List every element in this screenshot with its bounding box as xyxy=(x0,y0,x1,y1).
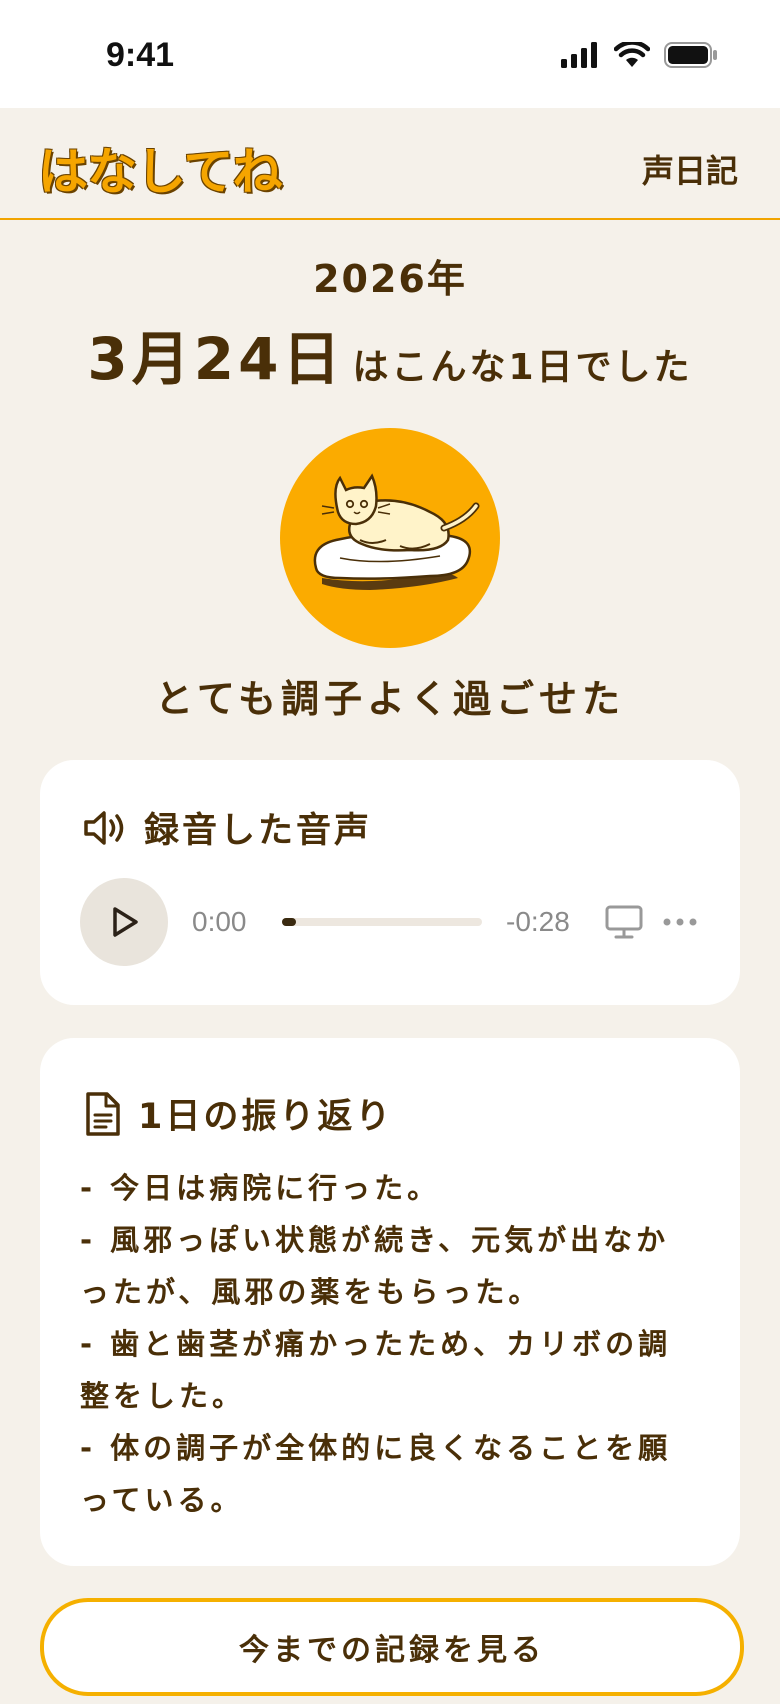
reflection-line: っている。 xyxy=(80,1483,244,1517)
wifi-icon xyxy=(614,42,650,67)
signal-icon xyxy=(561,42,597,68)
app-logo: はなしてね xyxy=(38,143,282,201)
status-icons xyxy=(560,42,718,68)
document-icon xyxy=(86,1091,120,1136)
audio-progress-fill xyxy=(282,918,296,926)
status-bar: 9:41 xyxy=(0,0,780,108)
header-subtitle: 声日記 xyxy=(641,152,738,190)
reflection-line: 整をした。 xyxy=(80,1379,246,1413)
reflection-line: ったが、風邪の薬をもらった。 xyxy=(80,1275,542,1309)
reflection-line: - 風邪っぽい状態が続き、元気が出なか xyxy=(80,1223,670,1257)
reflection-line: - 今日は病院に行った。 xyxy=(80,1171,441,1205)
reflection-card: 1日の振り返り - 今日は病院に行った。 - 風邪っぽい状態が続き、元気が出なか… xyxy=(40,1038,740,1566)
app-header: はなしてね 声日記 xyxy=(0,108,780,220)
reflection-line: - 歯と歯茎が痛かったため、カリボの調 xyxy=(80,1327,672,1361)
battery-icon xyxy=(664,42,717,68)
play-icon xyxy=(113,907,138,937)
audio-card: 録音した音声 0:00 -0:28 xyxy=(40,760,740,1005)
audio-title-text: 録音した音声 xyxy=(144,811,373,851)
cast-screen-icon[interactable] xyxy=(604,904,644,940)
audio-card-title: 録音した音声 xyxy=(82,802,372,853)
date-heading: 3月24日 はこんな1日でした xyxy=(0,312,780,396)
reflection-card-title: 1日の振り返り xyxy=(82,1088,393,1139)
play-button[interactable] xyxy=(80,878,168,966)
remaining-time: -0:28 xyxy=(506,906,570,937)
mood-illustration xyxy=(280,428,500,648)
month-day-label: 3月24日 xyxy=(87,325,345,393)
reflection-title-text: 1日の振り返り xyxy=(138,1097,394,1137)
status-time: 9:41 xyxy=(106,36,175,74)
year-label: 2026年 xyxy=(313,257,467,301)
mood-label: とても調子よく過ごせた xyxy=(155,677,625,721)
reflection-line: - 体の調子が全体的に良くなることを願 xyxy=(80,1431,672,1465)
current-time: 0:00 xyxy=(192,906,247,937)
audio-progress-slider[interactable] xyxy=(282,918,482,926)
reflection-text: - 今日は病院に行った。 - 風邪っぽい状態が続き、元気が出なか ったが、風邪の… xyxy=(80,1162,710,1526)
view-history-button[interactable]: 今までの記録を見る xyxy=(40,1598,744,1696)
cat-lying-on-cushion-icon xyxy=(313,473,480,590)
date-suffix-label: はこんな1日でした xyxy=(352,347,693,388)
more-options-icon[interactable] xyxy=(662,916,698,928)
speaker-icon xyxy=(84,810,124,845)
